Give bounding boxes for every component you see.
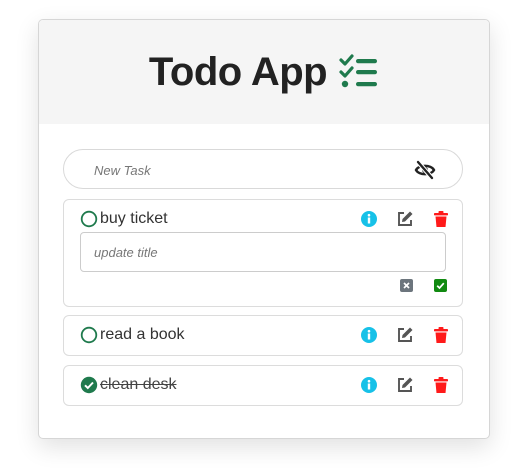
circle-icon[interactable] <box>80 210 98 228</box>
edit-icon[interactable] <box>396 210 414 228</box>
info-circle-icon[interactable] <box>360 210 378 228</box>
trash-icon[interactable] <box>432 210 450 228</box>
new-task-input[interactable] <box>92 150 396 190</box>
update-title-input[interactable] <box>80 232 446 272</box>
todo-card: Todo App buy ticket <box>38 19 490 439</box>
trash-icon[interactable] <box>432 376 450 394</box>
card-header: Todo App <box>39 20 489 124</box>
task-item: clean desk <box>63 365 463 406</box>
task-item: buy ticket <box>63 199 463 307</box>
task-title: clean desk <box>100 376 177 393</box>
task-item: read a book <box>63 315 463 356</box>
check-circle-icon[interactable] <box>80 376 98 394</box>
info-circle-icon[interactable] <box>360 376 378 394</box>
close-square-icon[interactable] <box>400 279 413 292</box>
eye-slash-icon[interactable] <box>414 159 436 181</box>
edit-icon[interactable] <box>396 326 414 344</box>
info-circle-icon[interactable] <box>360 326 378 344</box>
new-task-bar <box>63 149 463 190</box>
edit-icon[interactable] <box>396 376 414 394</box>
check-square-icon[interactable] <box>434 279 447 292</box>
task-title: buy ticket <box>100 210 168 227</box>
app-title: Todo App <box>148 49 328 94</box>
circle-icon[interactable] <box>80 326 98 344</box>
task-title: read a book <box>100 326 185 343</box>
checklist-icon <box>339 53 379 95</box>
trash-icon[interactable] <box>432 326 450 344</box>
